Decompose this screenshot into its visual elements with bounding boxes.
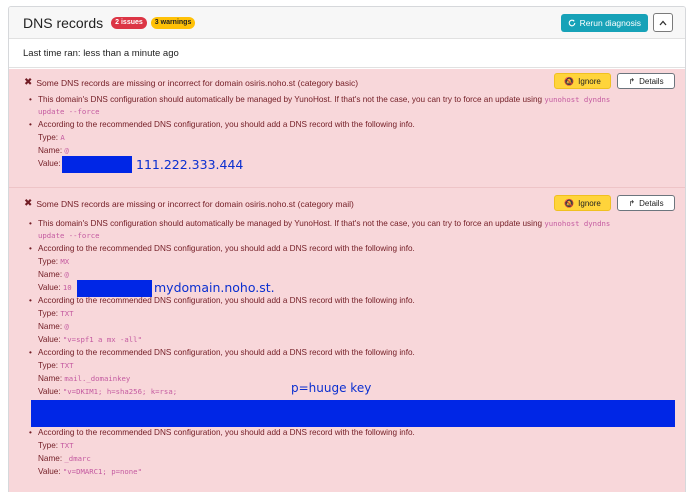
details-label: Details (639, 198, 664, 208)
refresh-icon (568, 19, 575, 26)
overlay-annotation: mydomain.noho.st. (154, 280, 275, 295)
list-item: According to the recommended DNS configu… (29, 427, 415, 438)
ignore-button[interactable]: 🔕 Ignore (554, 195, 611, 211)
last-run-info: Last time ran: less than a minute ago (9, 39, 685, 68)
details-button[interactable]: ↱ Details (617, 195, 675, 211)
rerun-diagnosis-button[interactable]: Rerun diagnosis (560, 13, 648, 32)
rerun-label: Rerun diagnosis (579, 17, 641, 28)
list-item: This domain's DNS configuration should a… (29, 218, 610, 229)
arrow-icon: ↱ (628, 198, 636, 208)
report-message: Some DNS records are missing or incorrec… (36, 77, 359, 88)
dns-records-card: DNS records 2 issues 3 warnings Rerun di… (8, 6, 686, 492)
list-item: According to the recommended DNS configu… (29, 119, 415, 130)
ignore-button[interactable]: 🔕 Ignore (554, 73, 611, 89)
list-item: According to the recommended DNS configu… (29, 243, 415, 254)
details-label: Details (639, 76, 664, 86)
ignore-label: Ignore (578, 76, 601, 86)
report-header: ✖ Some DNS records are missing or incorr… (24, 198, 354, 209)
report-mail: ✖ Some DNS records are missing or incorr… (9, 188, 685, 492)
report-basic: ✖ Some DNS records are missing or incorr… (9, 69, 685, 188)
list-item: According to the recommended DNS configu… (29, 295, 415, 306)
ignore-label: Ignore (578, 198, 601, 208)
card-header: DNS records 2 issues 3 warnings Rerun di… (9, 7, 685, 39)
arrow-icon: ↱ (628, 76, 636, 86)
list-item: According to the recommended DNS configu… (29, 347, 415, 358)
warnings-badge: 3 warnings (150, 16, 196, 29)
list-item: This domain's DNS configuration should a… (29, 94, 610, 105)
collapse-button[interactable] (653, 13, 673, 32)
details-button[interactable]: ↱ Details (617, 73, 675, 89)
report-message: Some DNS records are missing or incorrec… (36, 198, 354, 209)
report-header: ✖ Some DNS records are missing or incorr… (24, 77, 358, 88)
error-x-icon: ✖ (24, 77, 33, 88)
redaction-block (62, 156, 132, 173)
page-title: DNS records (23, 14, 104, 31)
redaction-block (31, 400, 675, 427)
overlay-annotation: 111.222.333.444 (136, 157, 244, 172)
error-x-icon: ✖ (24, 198, 33, 209)
bell-slash-icon: 🔕 (564, 198, 575, 208)
chevron-up-icon (659, 20, 667, 25)
issues-badge: 2 issues (111, 16, 147, 29)
bell-slash-icon: 🔕 (564, 76, 575, 86)
overlay-annotation: p=huuge key (291, 381, 372, 395)
